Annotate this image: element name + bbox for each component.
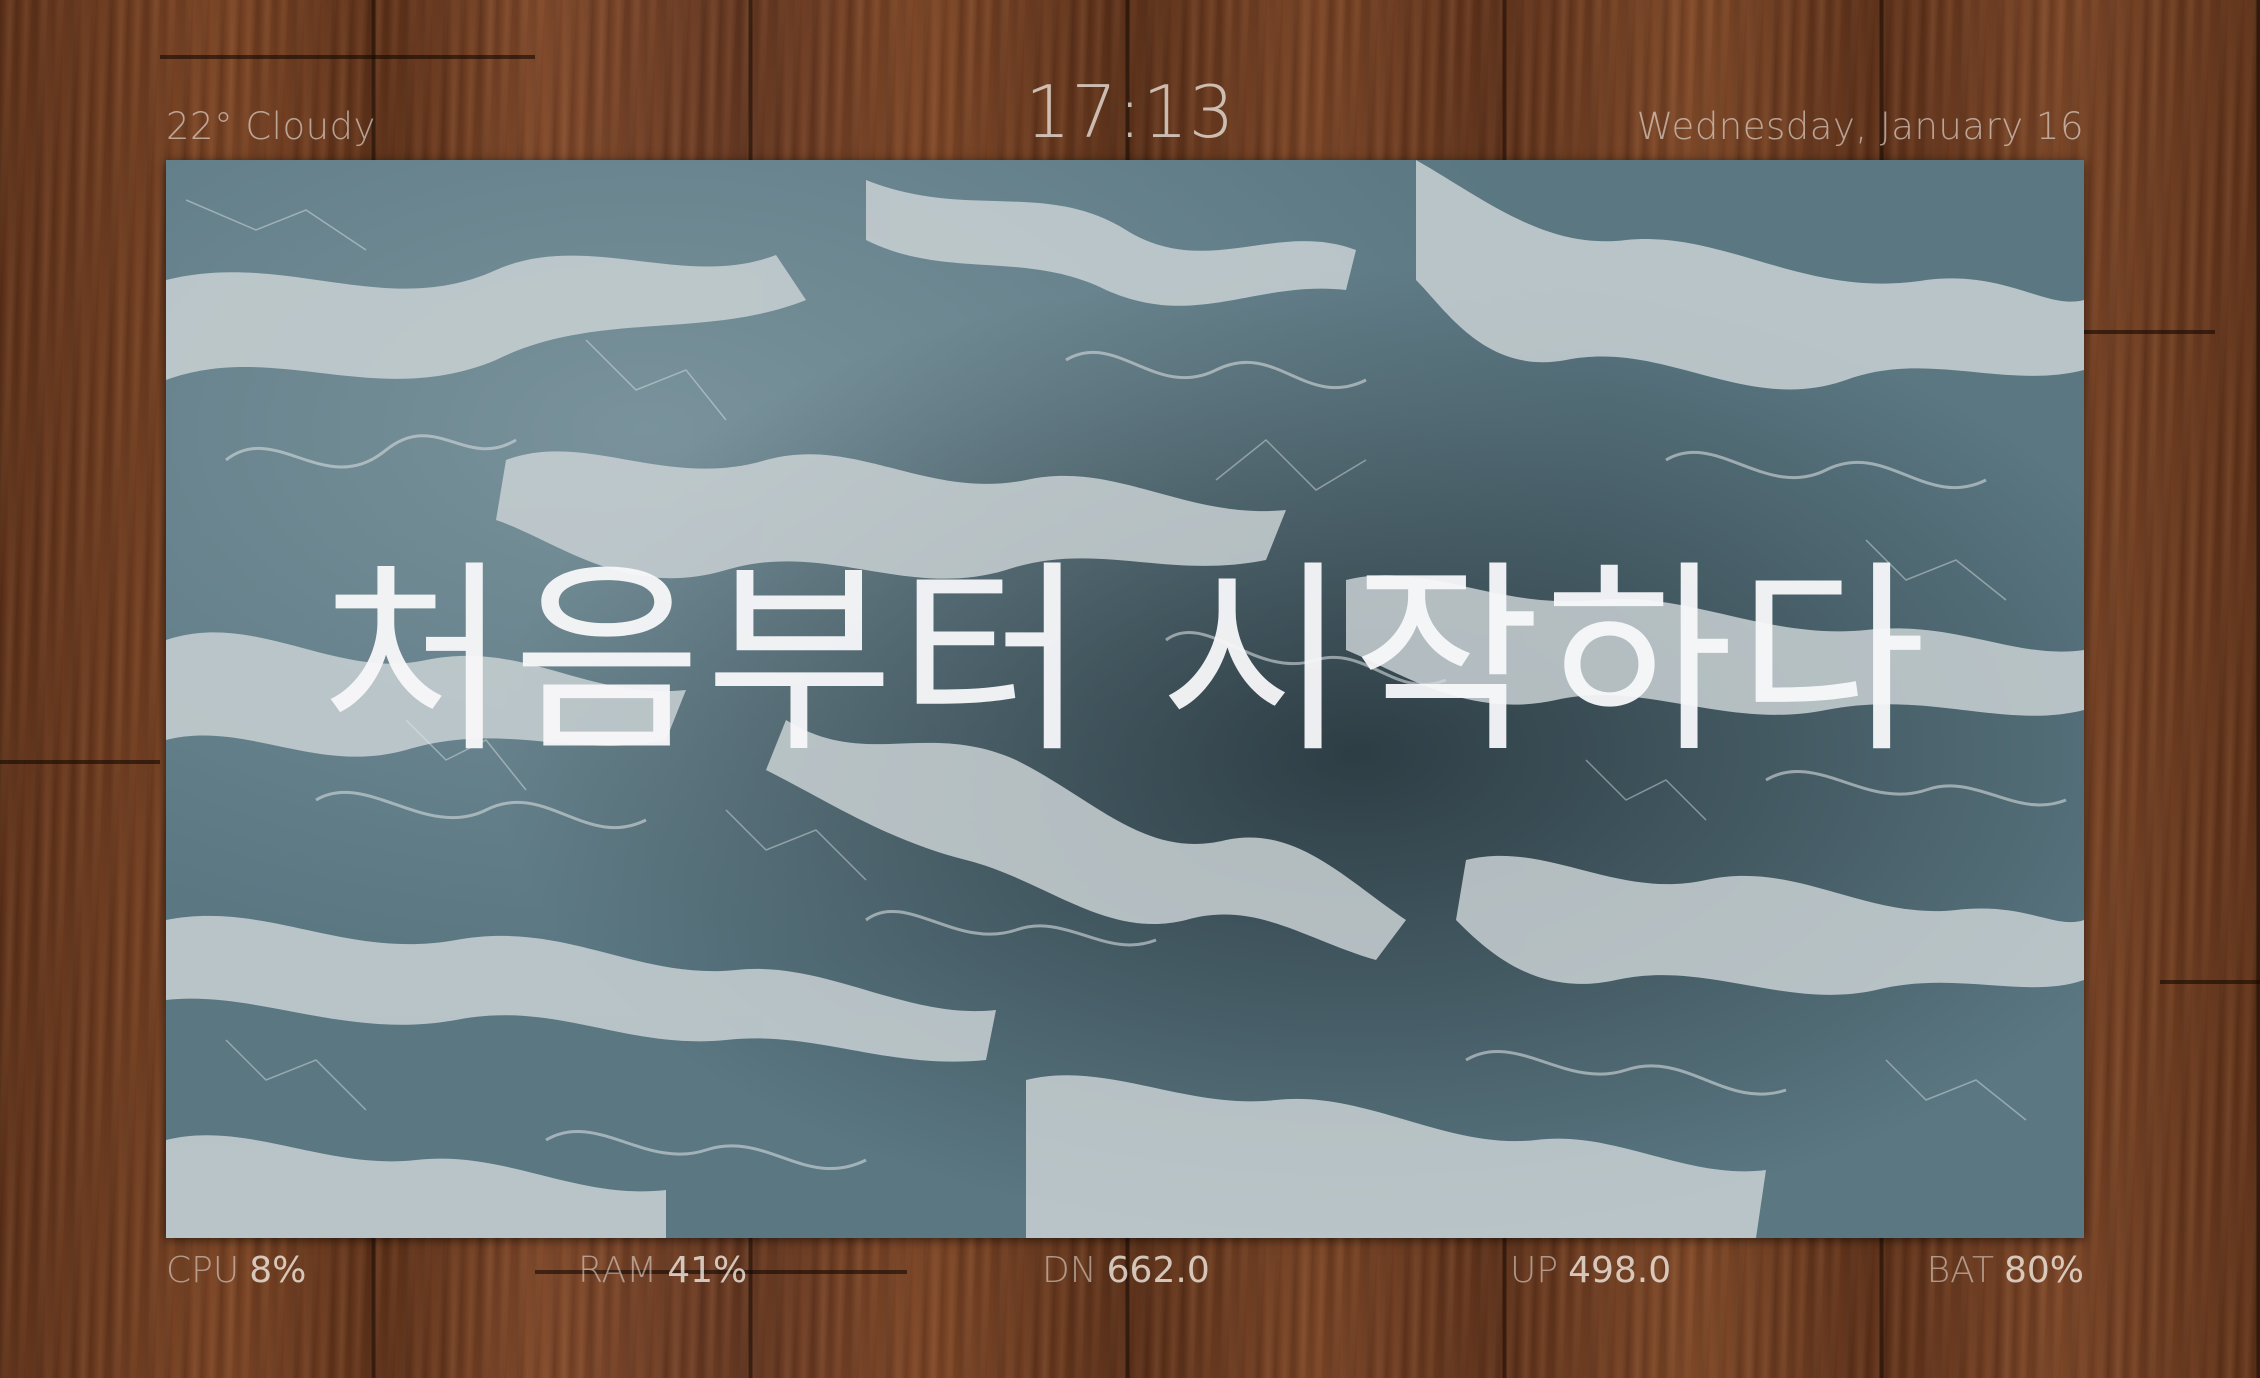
ram-value: 41% <box>667 1250 748 1291</box>
cpu-label: CPU <box>166 1250 240 1291</box>
download-value: 662.0 <box>1106 1250 1210 1291</box>
wallpaper-headline: 처음부터 시작하다 <box>320 543 1930 781</box>
date-widget: Wednesday, January 16 <box>1636 105 2084 148</box>
cpu-value: 8% <box>249 1250 307 1291</box>
download-label: DN <box>1042 1250 1097 1291</box>
upload-value: 498.0 <box>1568 1250 1672 1291</box>
wallpaper-image: 처음부터 시작하다 <box>166 160 2084 1238</box>
battery-value: 80% <box>2003 1250 2084 1291</box>
download-stat: DN 662.0 <box>1042 1250 1210 1291</box>
upload-label: UP <box>1510 1250 1559 1291</box>
upload-stat: UP 498.0 <box>1510 1250 1671 1291</box>
battery-stat: BAT 80% <box>1927 1250 2084 1291</box>
battery-label: BAT <box>1926 1250 1994 1291</box>
ram-stat: RAM 41% <box>578 1250 747 1291</box>
ram-label: RAM <box>578 1250 658 1291</box>
cpu-stat: CPU 8% <box>166 1250 306 1291</box>
